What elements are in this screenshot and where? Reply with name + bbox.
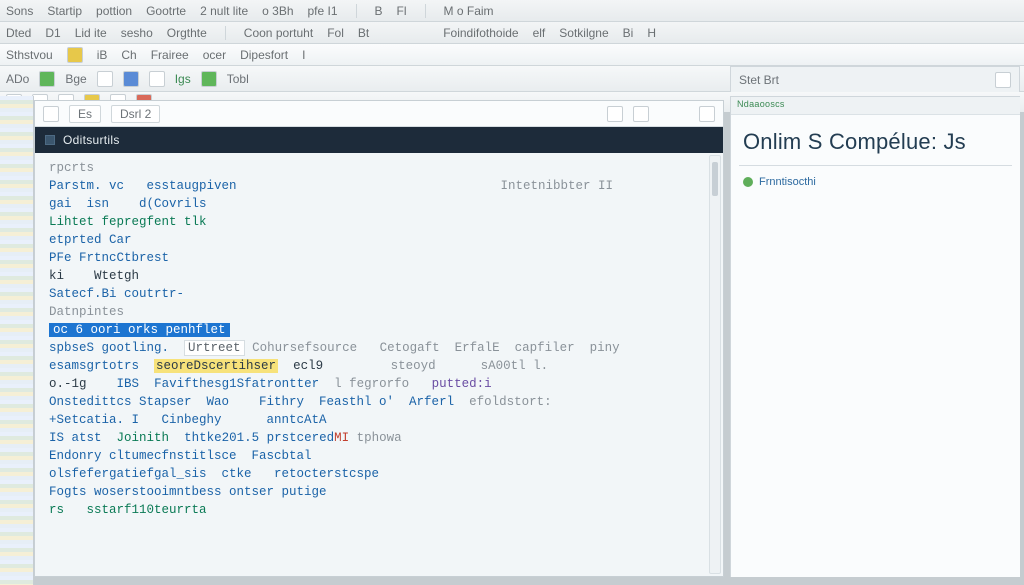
code-line[interactable]: Datnpintes (49, 303, 713, 321)
toolbar-label[interactable]: Tobl (227, 72, 249, 86)
side-item-label: Frnntisocthi (759, 176, 816, 188)
menu-item[interactable]: Foindifothoide (443, 26, 518, 40)
code-line[interactable]: rs sstarf110teurrta (49, 501, 713, 519)
side-panel: Ndaaooscs Onlim S Compélue: Js Frnntisoc… (730, 96, 1020, 577)
code-line[interactable]: PFe FrtncCtbrest (49, 249, 713, 267)
left-gutter (0, 96, 34, 585)
menu-bar-3[interactable]: Sthstvou iB Ch Frairee ocer Dipesfort I (0, 44, 1024, 66)
separator (225, 26, 226, 40)
editor-title: Oditsurtils (63, 133, 120, 147)
menu-item[interactable]: elf (533, 26, 546, 40)
menu-bar-1[interactable]: Sons Startip pottion Gootrte 2 nult lite… (0, 0, 1024, 22)
side-tabstrip[interactable]: Stet Brt (730, 66, 1020, 92)
menu-item[interactable]: I (302, 48, 305, 62)
menu-item[interactable]: o 3Bh (262, 4, 293, 18)
code-line[interactable]: etprted Car (49, 231, 713, 249)
code-line[interactable]: ki Wtetgh (49, 267, 713, 285)
code-line[interactable]: Onstedittcs Stapser Wao Fithry Feasthl o… (49, 393, 713, 411)
generic-icon[interactable] (123, 71, 139, 87)
code-line-selected[interactable]: oc 6 oori orks penhflet (49, 321, 713, 339)
toolbar-label[interactable]: Igs (175, 72, 191, 86)
code-line[interactable]: esamsgrtotrs seoreDscertihser ecl9 steoy… (49, 357, 713, 375)
side-panel-item[interactable]: Frnntisocthi (731, 176, 1020, 188)
menu-item[interactable]: iB (97, 48, 108, 62)
code-editor[interactable]: rpcrts Parstm. vc esstaugpivenIntetnibbt… (35, 153, 723, 576)
code-line[interactable]: Satecf.Bi coutrtr- (49, 285, 713, 303)
menu-item[interactable]: Sthstvou (6, 48, 53, 62)
side-panel-title: Onlim S Compélue: Js (731, 115, 1020, 161)
menu-item[interactable]: Sons (6, 4, 33, 18)
menu-item[interactable]: Dted (6, 26, 31, 40)
code-line[interactable]: +Setcatia. I Cinbeghy anntcAtA (49, 411, 713, 429)
editor-tab[interactable]: Dsrl 2 (111, 105, 160, 123)
menu-item[interactable]: Lid ite (75, 26, 107, 40)
menu-item[interactable]: Fl (397, 4, 407, 18)
menu-item[interactable]: Sotkilgne (559, 26, 608, 40)
menu-item[interactable]: Orgthte (167, 26, 207, 40)
separator (356, 4, 357, 18)
code-line[interactable]: Endonry cltumecfnstitlsce Fascbtal (49, 447, 713, 465)
workspace: Es Dsrl 2 Oditsurtils rpcrts Parstm. vc … (0, 96, 1024, 585)
play-icon[interactable] (201, 71, 217, 87)
nav-back-icon[interactable] (43, 106, 59, 122)
editor-pane: Es Dsrl 2 Oditsurtils rpcrts Parstm. vc … (34, 100, 724, 577)
menu-item[interactable]: Gootrte (146, 4, 186, 18)
file-icon (45, 135, 55, 145)
tool-icon[interactable] (633, 106, 649, 122)
scrollbar[interactable] (709, 155, 721, 574)
menu-bar-2[interactable]: Dted D1 Lid ite sesho Orgthte Coon portu… (0, 22, 1024, 44)
generic-icon[interactable] (97, 71, 113, 87)
code-line[interactable]: olsfefergatiefgal_sis ctke retocterstcsp… (49, 465, 713, 483)
editor-titlebar: Oditsurtils (35, 127, 723, 153)
menu-item[interactable]: Fol (327, 26, 344, 40)
side-tab-label[interactable]: Stet Brt (739, 73, 779, 87)
menu-item[interactable]: D1 (45, 26, 60, 40)
menu-item[interactable]: Ch (121, 48, 136, 62)
divider (739, 165, 1012, 166)
generic-icon[interactable] (149, 71, 165, 87)
menu-item[interactable]: Coon portuht (244, 26, 313, 40)
editor-tab[interactable]: Es (69, 105, 101, 123)
code-line[interactable]: IS atst Joinith thtke201.5 prstceredMI t… (49, 429, 713, 447)
status-dot-icon (743, 177, 753, 187)
code-line[interactable]: spbseS gootling. Urtreet Cohursefsource … (49, 339, 713, 357)
menu-item[interactable]: sesho (121, 26, 153, 40)
code-line[interactable]: Parstm. vc esstaugpivenIntetnibbter II (49, 177, 713, 195)
separator (425, 4, 426, 18)
code-line[interactable]: rpcrts (49, 159, 713, 177)
menu-item[interactable]: ocer (203, 48, 226, 62)
toolbar-label[interactable]: Bge (65, 72, 86, 86)
toolbar-label[interactable]: ADo (6, 72, 29, 86)
menu-item[interactable]: Frairee (151, 48, 189, 62)
folder-icon[interactable] (67, 47, 83, 63)
menu-item[interactable]: 2 nult lite (200, 4, 248, 18)
menu-item[interactable]: H (647, 26, 656, 40)
dropdown-icon[interactable] (995, 72, 1011, 88)
menu-item[interactable]: Bi (623, 26, 634, 40)
menu-item[interactable]: Dipesfort (240, 48, 288, 62)
menu-item[interactable]: B (375, 4, 383, 18)
menu-item[interactable]: Bt (358, 26, 369, 40)
hint-text: Intetnibbter II (500, 177, 613, 195)
dropdown-icon[interactable] (699, 106, 715, 122)
editor-tabbar[interactable]: Es Dsrl 2 (35, 101, 723, 127)
menu-item[interactable]: M o Faim (444, 4, 494, 18)
run-icon[interactable] (39, 71, 55, 87)
side-panel-head: Ndaaooscs (731, 97, 1020, 115)
menu-item[interactable]: pottion (96, 4, 132, 18)
code-line[interactable]: Lihtet fepregfent tlk (49, 213, 713, 231)
menu-item[interactable]: pfe I1 (308, 4, 338, 18)
tool-icon[interactable] (607, 106, 623, 122)
menu-item[interactable]: Startip (47, 4, 82, 18)
code-line[interactable]: o.-1g IBS Favifthesg1Sfatrontter l fegro… (49, 375, 713, 393)
code-line[interactable]: Fogts woserstooimntbess ontser putige (49, 483, 713, 501)
code-line[interactable]: gai isn d(Covrils (49, 195, 713, 213)
